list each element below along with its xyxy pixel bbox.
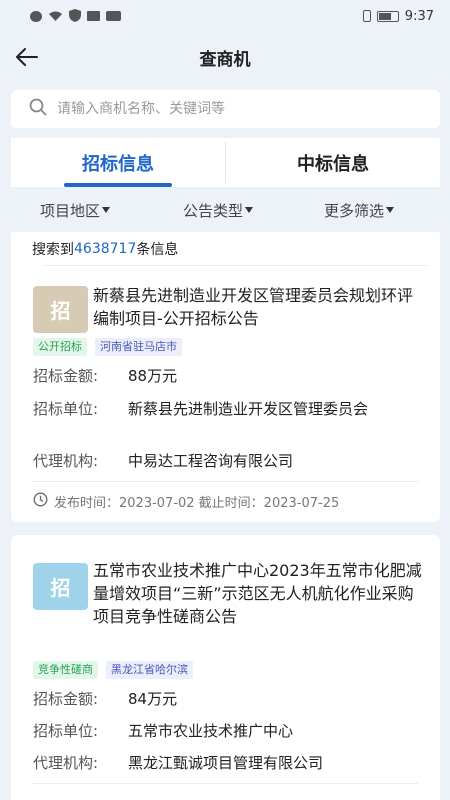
filter-bar: 项目地区 公告类型 更多筛选 [0,190,450,230]
caret-down-icon [386,207,395,213]
status-bar: 9:37 [0,0,450,32]
agency-row: 代理机构: 中易达工程咨询有限公司 [33,450,425,472]
unit-value: 五常市农业技术推广中心 [128,722,294,740]
alert-icon [30,10,42,22]
clock-icon [33,492,48,511]
agency-value: 黑龙江甄诚项目管理有限公司 [128,754,324,772]
tag-region: 黑龙江省哈尔滨 [106,661,193,679]
page-title: 查商机 [199,49,251,70]
mail-icon [87,11,100,21]
unit-row: 招标单位: 新蔡县先进制造业开发区管理委员会 [33,398,425,420]
tab-bar: 招标信息 中标信息 [11,138,440,187]
back-arrow-icon[interactable] [16,44,42,70]
unit-value: 新蔡县先进制造业开发区管理委员会 [128,400,369,418]
tender-title[interactable]: 新蔡县先进制造业开发区管理委员会规划环评编制项目-公开招标公告 [93,284,423,330]
unit-label: 招标单位: [33,722,99,740]
unit-row: 招标单位: 五常市农业技术推广中心 [33,720,425,742]
date-text: 发布时间：2023-07-02 截止时间：2023-07-25 [54,496,340,511]
shield-icon [69,7,81,26]
divider [33,481,418,482]
filter-more[interactable]: 更多筛选 [324,200,395,221]
tender-card[interactable]: 招 五常市农业技术推广中心2023年五常市化肥减量增效项目“三新”示范区无人机航… [11,535,440,800]
amount-label: 招标金额: [33,690,99,708]
tab-bidding-info[interactable]: 招标信息 [11,138,225,187]
tender-badge: 招 [33,563,88,610]
battery-icon [376,10,399,22]
caret-down-icon [245,207,254,213]
search-bar[interactable] [11,90,440,128]
tender-badge: 招 [33,286,88,333]
tag-list: 公开招标 河南省驻马店市 [33,338,182,356]
tab-winning-info[interactable]: 中标信息 [226,138,440,187]
filter-region[interactable]: 项目地区 [40,200,111,221]
vibrate-icon [362,10,371,22]
tab-label: 中标信息 [297,153,369,175]
filter-label: 公告类型 [183,201,244,220]
tag-notice-type: 竞争性磋商 [33,661,98,679]
result-prefix: 搜索到 [32,242,74,258]
wifi-icon [48,7,63,26]
tag-notice-type: 公开招标 [33,338,87,356]
tag-list: 竞争性磋商 黑龙江省哈尔滨 [33,661,193,679]
filter-label: 项目地区 [40,201,101,220]
amount-value: 88万元 [128,367,178,385]
agency-row: 代理机构: 黑龙江甄诚项目管理有限公司 [33,752,425,774]
tender-title[interactable]: 五常市农业技术推广中心2023年五常市化肥减量增效项目“三新”示范区无人机航化作… [93,559,423,628]
caret-down-icon [102,207,111,213]
filter-label: 更多筛选 [324,201,385,220]
tender-card[interactable]: 招 新蔡县先进制造业开发区管理委员会规划环评编制项目-公开招标公告 公开招标 河… [11,266,440,522]
amount-row: 招标金额: 84万元 [33,688,425,710]
agency-label: 代理机构: [33,754,99,772]
agency-value: 中易达工程咨询有限公司 [128,452,294,470]
tag-region: 河南省驻马店市 [95,338,182,356]
search-input[interactable] [57,101,387,117]
hd-icon [106,11,121,21]
search-icon [29,98,47,120]
status-time: 9:37 [404,8,434,24]
filter-notice-type[interactable]: 公告类型 [183,200,254,221]
amount-label: 招标金额: [33,367,99,385]
tab-label: 招标信息 [82,153,154,175]
result-suffix: 条信息 [136,242,179,258]
amount-row: 招标金额: 88万元 [33,365,425,387]
agency-label: 代理机构: [33,452,99,470]
unit-label: 招标单位: [33,400,99,418]
amount-value: 84万元 [128,690,178,708]
divider [33,783,418,784]
result-count: 搜索到 4638717 条信息 [11,232,440,266]
app-header: 查商机 [0,34,450,80]
result-number: 4638717 [74,241,137,257]
date-row: 发布时间：2023-07-02 截止时间：2023-07-25 [33,492,339,511]
